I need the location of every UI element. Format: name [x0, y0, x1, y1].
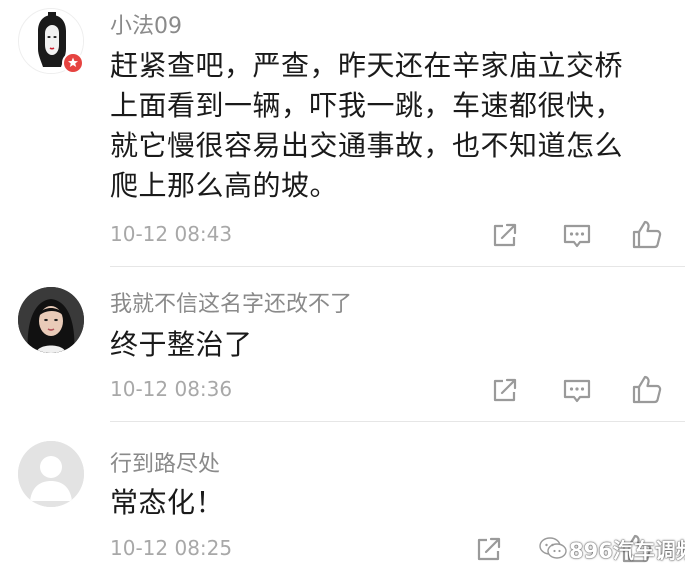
watermark: 896汽车调频 [538, 531, 685, 565]
comment-username[interactable]: 行到路尽处 [110, 446, 220, 478]
like-button[interactable] [630, 218, 664, 252]
divider [110, 266, 685, 267]
avatar[interactable] [18, 441, 84, 507]
comment-username[interactable]: 我就不信这名字还改不了 [110, 286, 352, 318]
divider [110, 421, 685, 422]
thumbs-up-icon [632, 375, 662, 404]
reply-button[interactable] [560, 218, 594, 252]
comment-content: 终于整治了 [110, 328, 253, 361]
share-icon [493, 223, 517, 247]
share-button[interactable] [488, 218, 522, 252]
comment-username[interactable]: 小法09 [110, 8, 182, 40]
verified-badge-icon [62, 52, 84, 74]
comment-timestamp: 10-12 08:36 [110, 377, 233, 401]
comment-content: 常态化！ [110, 486, 225, 519]
share-icon [493, 378, 517, 402]
reply-icon [563, 224, 591, 248]
comment-content: 赶紧查吧，严查，昨天还在辛家庙立交桥上面看到一辆，吓我一跳，车速都很快，就它慢很… [110, 49, 624, 202]
default-avatar-icon [18, 441, 84, 507]
wechat-channel-icon [539, 537, 567, 559]
comment-timestamp: 10-12 08:25 [110, 536, 233, 560]
comment-timestamp: 10-12 08:43 [110, 222, 233, 246]
comment-meta: 10-12 08:36 [110, 373, 680, 407]
share-icon [477, 537, 501, 561]
reply-icon [563, 379, 591, 403]
reply-button[interactable] [560, 373, 594, 407]
comment-meta: 10-12 08:43 [110, 218, 680, 252]
like-button[interactable] [630, 373, 664, 407]
avatar[interactable] [18, 287, 84, 353]
thumbs-up-icon [632, 220, 662, 249]
share-button[interactable] [488, 373, 522, 407]
watermark-text: 896汽车调频 [569, 539, 685, 563]
photo-avatar-icon [18, 287, 84, 353]
share-button[interactable] [472, 532, 506, 566]
